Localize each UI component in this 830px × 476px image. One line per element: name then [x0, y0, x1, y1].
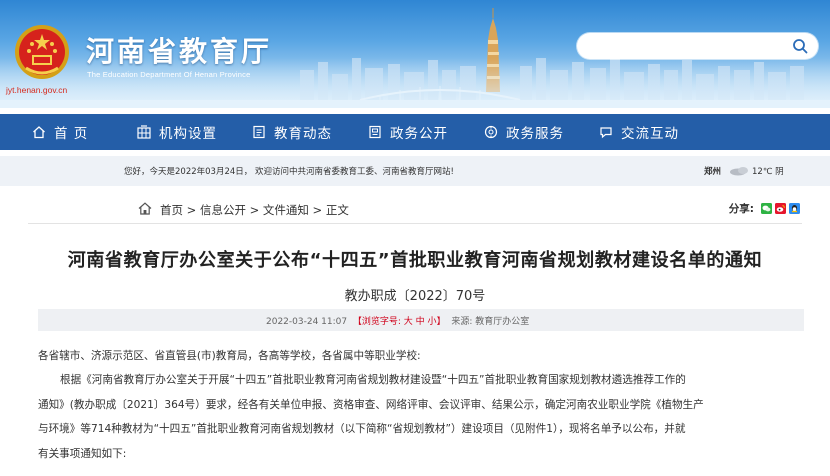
breadcrumb-bar: 首页 > 信息公开 > 文件通知 > 正文 分享: — [28, 194, 802, 224]
weather-temperature: 12℃ 阴 — [752, 167, 784, 177]
salutation: 各省辖市、济源示范区、省直管县(市)教育局，各高等学校，各省属中等职业学校: — [38, 350, 421, 362]
breadcrumb-notices[interactable]: 文件通知 — [263, 203, 309, 217]
share-label: 分享: — [728, 203, 754, 215]
main-nav: 首 页 机构设置 教育动态 政务公开 政务服务 交流互动 — [0, 114, 830, 150]
wechat-share-icon[interactable] — [761, 203, 772, 214]
font-size-medium[interactable]: 中 — [416, 317, 425, 327]
breadcrumb-separator: > — [308, 203, 326, 217]
site-domain: jyt.henan.gov.cn — [6, 85, 68, 95]
nav-item-interaction[interactable]: 交流互动 — [599, 114, 679, 150]
info-bar: 您好，今天是2022年03月24日， 欢迎访问中共河南省委教育工委、河南省教育厅… — [0, 156, 830, 186]
paragraph-line: 与环境》等714种教材为“十四五”首批职业教育河南省规划教材（以下简称“省规划教… — [38, 423, 686, 436]
nav-item-org[interactable]: 机构设置 — [137, 114, 217, 150]
search-icon[interactable] — [792, 38, 808, 54]
font-size-close: 】 — [436, 317, 446, 327]
weather-city: 郑州 — [704, 167, 722, 177]
article-body: 各省辖市、济源示范区、省直管县(市)教育局，各高等学校，各省属中等职业学校: 根… — [38, 344, 802, 466]
nav-item-label: 政务服务 — [506, 126, 564, 142]
home-icon — [33, 126, 45, 139]
breadcrumb-info-open[interactable]: 信息公开 — [200, 203, 246, 217]
search-input[interactable] — [577, 33, 777, 59]
nav-item-gov-service[interactable]: 政务服务 — [484, 114, 564, 150]
breadcrumb-separator: > — [245, 203, 263, 217]
article-meta-bar: 2022-03-24 11:07 【浏览字号: 大 中 小】 来源: 教育厅办公… — [38, 309, 804, 331]
paragraph-line: 根据《河南省教育厅办公室关于开展“十四五”首批职业教育河南省规划教材建设暨“十四… — [60, 374, 686, 387]
nav-item-news[interactable]: 教育动态 — [252, 114, 332, 150]
doc-icon — [369, 125, 381, 139]
nav-item-label: 交流互动 — [621, 126, 679, 142]
article-source: 来源: 教育厅办公室 — [451, 317, 530, 327]
paragraph-line: 通知》(教办职成〔2021〕364号）要求，经各有关单位申报、资格审查、网络评审… — [38, 398, 704, 411]
breadcrumb-home[interactable]: 首页 — [160, 203, 183, 217]
home-icon — [138, 202, 152, 215]
national-emblem-icon — [15, 25, 69, 79]
font-size-small[interactable]: 小 — [428, 317, 437, 327]
nav-item-home[interactable]: 首 页 — [32, 114, 88, 150]
nav-item-label: 教育动态 — [274, 126, 332, 142]
article-title: 河南省教育厅办公室关于公布“十四五”首批职业教育河南省规划教材建设名单的通知 — [67, 250, 763, 271]
article-meta: 2022-03-24 11:07 【浏览字号: 大 中 小】 来源: 教育厅办公… — [266, 314, 529, 327]
breadcrumb-separator: > — [183, 203, 200, 217]
org-icon — [137, 125, 151, 139]
nav-item-label: 机构设置 — [159, 126, 217, 142]
font-size-label: 【浏览字号: — [352, 317, 401, 327]
weibo-share-icon[interactable] — [775, 203, 786, 214]
nav-item-gov-open[interactable]: 政务公开 — [368, 114, 448, 150]
chat-icon — [600, 127, 612, 139]
service-icon — [484, 125, 498, 139]
cloud-icon — [730, 167, 748, 176]
news-icon — [253, 125, 265, 139]
site-title[interactable]: 河南省教育厅 — [86, 30, 272, 70]
site-subtitle: The Education Department Of Henan Provin… — [87, 70, 251, 79]
qq-share-icon[interactable] — [789, 203, 800, 214]
nav-item-label: 首 页 — [54, 126, 89, 142]
share-bar: 分享: — [729, 201, 800, 216]
nav-item-label: 政务公开 — [390, 126, 448, 142]
breadcrumb: 首页 > 信息公开 > 文件通知 > 正文 — [160, 202, 349, 218]
site-banner: 河南省教育厅 The Education Department Of Henan… — [0, 0, 830, 108]
paragraph-line: 有关事项通知如下: — [38, 447, 127, 460]
breadcrumb-current: 正文 — [325, 203, 349, 217]
welcome-text: 您好，今天是2022年03月24日， 欢迎访问中共河南省委教育工委、河南省教育厅… — [124, 167, 454, 177]
font-size-large[interactable]: 大 — [404, 317, 413, 327]
search-box — [577, 33, 818, 59]
document-number: 教办职成〔2022〕70号 — [344, 289, 486, 304]
publish-date: 2022-03-24 11:07 — [266, 317, 348, 327]
